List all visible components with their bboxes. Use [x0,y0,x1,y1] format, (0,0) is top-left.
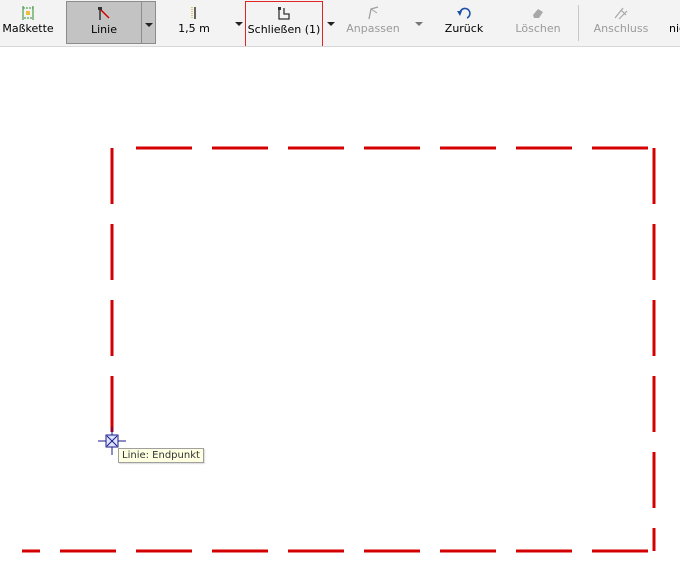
connection-icon [614,7,628,20]
chevron-down-icon [145,23,153,27]
schliessen-dropdown-button[interactable] [324,18,336,30]
zurueck-button[interactable]: Zurück [438,0,490,46]
toolbar-separator [578,5,579,41]
anschluss-label: Anschluss [593,22,649,35]
masskette-button[interactable]: Maßkette [0,0,56,46]
drawing-canvas[interactable] [0,47,680,573]
linie-button[interactable]: Linie [66,1,142,44]
next-tool-label: nic [669,22,680,35]
line-width-dropdown-button[interactable] [232,18,246,30]
line-width-label: 1,5 m [178,22,210,35]
undo-icon [457,7,471,19]
toolbar: Maßkette Linie 1,5 m Schließen (1) Anpas… [0,0,680,47]
chevron-down-icon [235,22,243,26]
linie-dropdown-button[interactable] [142,1,156,44]
close-shape-icon [278,7,290,20]
loeschen-button[interactable]: Löschen [508,0,568,46]
snap-tooltip: Linie: Endpunkt [118,448,204,463]
anpassen-label: Anpassen [346,22,400,35]
erase-icon [533,9,543,18]
line-icon [98,7,110,20]
zurueck-label: Zurück [444,22,484,35]
dashed-outline-shape[interactable] [22,146,656,553]
dimension-chain-icon [22,6,34,20]
adjust-icon [368,6,379,20]
next-tool-button[interactable]: nic [665,0,680,46]
linie-label: Linie [91,23,117,36]
anschluss-button[interactable]: Anschluss [590,0,652,46]
chevron-down-icon [327,22,335,26]
schliessen-button[interactable]: Schließen (1) [245,1,323,46]
masskette-label: Maßkette [2,22,54,35]
drawing-svg [22,146,656,553]
anpassen-dropdown-button[interactable] [412,18,424,30]
chevron-down-icon [415,22,423,26]
loeschen-label: Löschen [515,22,561,35]
line-width-icon [191,7,196,19]
line-width-button[interactable]: 1,5 m [166,0,222,46]
schliessen-label: Schließen (1) [247,23,321,36]
anpassen-button[interactable]: Anpassen [342,0,404,46]
